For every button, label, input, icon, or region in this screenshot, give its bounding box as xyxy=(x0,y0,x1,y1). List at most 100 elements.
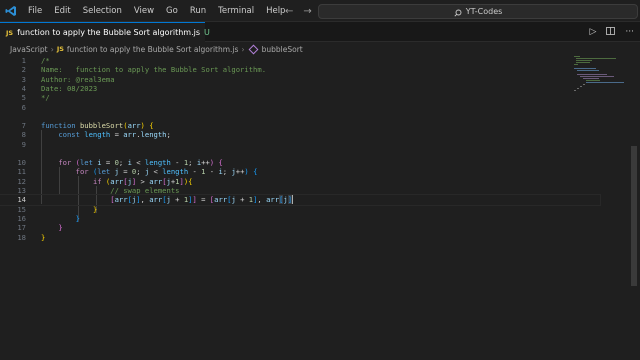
scrollbar-thumb[interactable] xyxy=(631,146,637,286)
javascript-file-icon: JS xyxy=(56,45,64,53)
code-editor[interactable]: 1 /* 2 Name: function to apply the Bubbl… xyxy=(0,56,628,360)
code-line: 6 xyxy=(0,103,600,112)
minimap-line xyxy=(576,62,590,64)
code-line: 12 if (arr[j] > arr[j+1]){ xyxy=(0,177,600,186)
menu-view[interactable]: View xyxy=(128,0,160,22)
variable: i xyxy=(218,167,223,177)
keyword: for xyxy=(58,158,72,167)
keyword: function xyxy=(41,121,76,130)
code-text: // swap elements xyxy=(41,186,179,195)
line-number: 10 xyxy=(17,158,26,167)
forward-arrow-icon[interactable]: → xyxy=(303,6,311,17)
variable: j xyxy=(166,176,171,186)
line-number: 12 xyxy=(17,176,26,186)
parameter: arr xyxy=(127,121,141,130)
variable: j xyxy=(166,195,171,205)
code-line: 7 function bubbleSort(arr) { xyxy=(0,121,600,130)
code-line: 10 for (let i = 0; i < length - 1; i++) … xyxy=(0,158,600,167)
code-text: */ xyxy=(41,93,50,102)
variable: i xyxy=(127,158,132,167)
variable: i xyxy=(97,158,102,167)
search-icon xyxy=(454,2,462,21)
property: length xyxy=(140,130,167,140)
code-text: } xyxy=(92,204,98,214)
chevron-right-icon: › xyxy=(241,44,245,54)
keyword: let xyxy=(97,167,111,177)
tab-title: function to apply the Bubble Sort algori… xyxy=(17,28,201,37)
menu-go[interactable]: Go xyxy=(160,0,184,22)
code-text: } xyxy=(58,223,63,233)
number: 0 xyxy=(114,158,119,167)
more-actions-icon[interactable]: ··· xyxy=(625,27,634,37)
breadcrumb-symbol[interactable]: bubbleSort xyxy=(262,45,303,54)
variable: arr xyxy=(114,195,128,205)
code-text: function bubbleSort(arr) { xyxy=(41,121,154,130)
javascript-file-icon: JS xyxy=(6,28,14,37)
comment: Date: 08/2023 xyxy=(41,83,98,93)
menu-selection[interactable]: Selection xyxy=(77,0,128,22)
command-center[interactable]: YT-Codes xyxy=(318,4,638,19)
code-text: } xyxy=(75,214,80,223)
line-number: 2 xyxy=(21,65,26,75)
menu-terminal[interactable]: Terminal xyxy=(212,0,260,22)
line-number: 5 xyxy=(21,93,26,103)
minimap-line xyxy=(574,90,576,92)
variable: length xyxy=(162,167,189,177)
breadcrumb-folder[interactable]: JavaScript xyxy=(10,45,48,54)
code-line: 13 // swap elements xyxy=(0,186,600,195)
keyword: if xyxy=(92,176,102,186)
code-text: for (let j = 0; j < length - 1 - i; j++)… xyxy=(75,167,258,177)
variable: j xyxy=(114,167,119,177)
variable: arr xyxy=(149,195,163,205)
tab-bar: JS function to apply the Bubble Sort alg… xyxy=(0,22,640,42)
number: 1 xyxy=(201,167,206,177)
minimap[interactable] xyxy=(574,56,628,116)
code-text: for (let i = 0; i < length - 1; i++) { xyxy=(58,158,223,167)
code-text: } xyxy=(41,232,46,242)
code-line: 5 */ xyxy=(0,93,600,102)
code-text: if (arr[j] > arr[j+1]){ xyxy=(92,176,193,186)
tab-bubble-sort-file[interactable]: JS function to apply the Bubble Sort alg… xyxy=(0,22,210,42)
variable: j xyxy=(231,167,236,177)
minimap-line xyxy=(574,64,578,66)
title-bar: File Edit Selection View Go Run Terminal… xyxy=(0,0,640,22)
line-number: 1 xyxy=(21,56,26,65)
back-arrow-icon[interactable]: ← xyxy=(285,6,293,17)
menu-run[interactable]: Run xyxy=(184,0,212,22)
code-text: Name: function to apply the Bubble Sort … xyxy=(41,65,266,74)
line-number: 6 xyxy=(21,102,26,112)
comment: /* xyxy=(41,56,50,65)
minimap-line xyxy=(586,82,624,84)
run-play-icon[interactable]: ▷ xyxy=(589,27,596,37)
line-number: 3 xyxy=(21,74,26,84)
minimap-line xyxy=(580,86,582,88)
vscode-logo-icon xyxy=(0,0,22,22)
menu-edit[interactable]: Edit xyxy=(48,0,76,22)
code-line: 16 } xyxy=(0,214,600,223)
split-editor-icon[interactable] xyxy=(606,26,616,38)
code-line: 8 const length = arr.length; xyxy=(0,130,600,139)
editor-actions: ▷ ··· xyxy=(589,22,634,42)
code-line: 2 Name: function to apply the Bubble Sor… xyxy=(0,65,600,74)
chevron-right-icon: › xyxy=(50,44,54,54)
variable: arr xyxy=(266,195,280,205)
line-number: 16 xyxy=(17,214,26,223)
line-number: 4 xyxy=(21,83,26,93)
comment: function to apply the Bubble Sort algori… xyxy=(75,65,267,75)
menu-file[interactable]: File xyxy=(22,0,48,22)
minimap-line xyxy=(577,88,579,90)
code-line: 17 } xyxy=(0,223,600,232)
workspace-name: YT-Codes xyxy=(465,7,503,16)
line-number: 15 xyxy=(17,204,26,214)
variable: arr xyxy=(123,130,137,140)
variable: arr xyxy=(149,176,163,186)
vertical-scrollbar[interactable] xyxy=(630,56,638,360)
breadcrumb: JavaScript › JS function to apply the Bu… xyxy=(0,42,640,56)
keyword: for xyxy=(75,167,89,177)
untracked-status-badge: U xyxy=(204,28,210,37)
minimap-line xyxy=(583,84,585,86)
number: 0 xyxy=(131,167,137,177)
breadcrumb-file[interactable]: function to apply the Bubble Sort algori… xyxy=(67,45,238,54)
text-cursor xyxy=(292,195,294,205)
code-line: 1 /* xyxy=(0,56,600,65)
